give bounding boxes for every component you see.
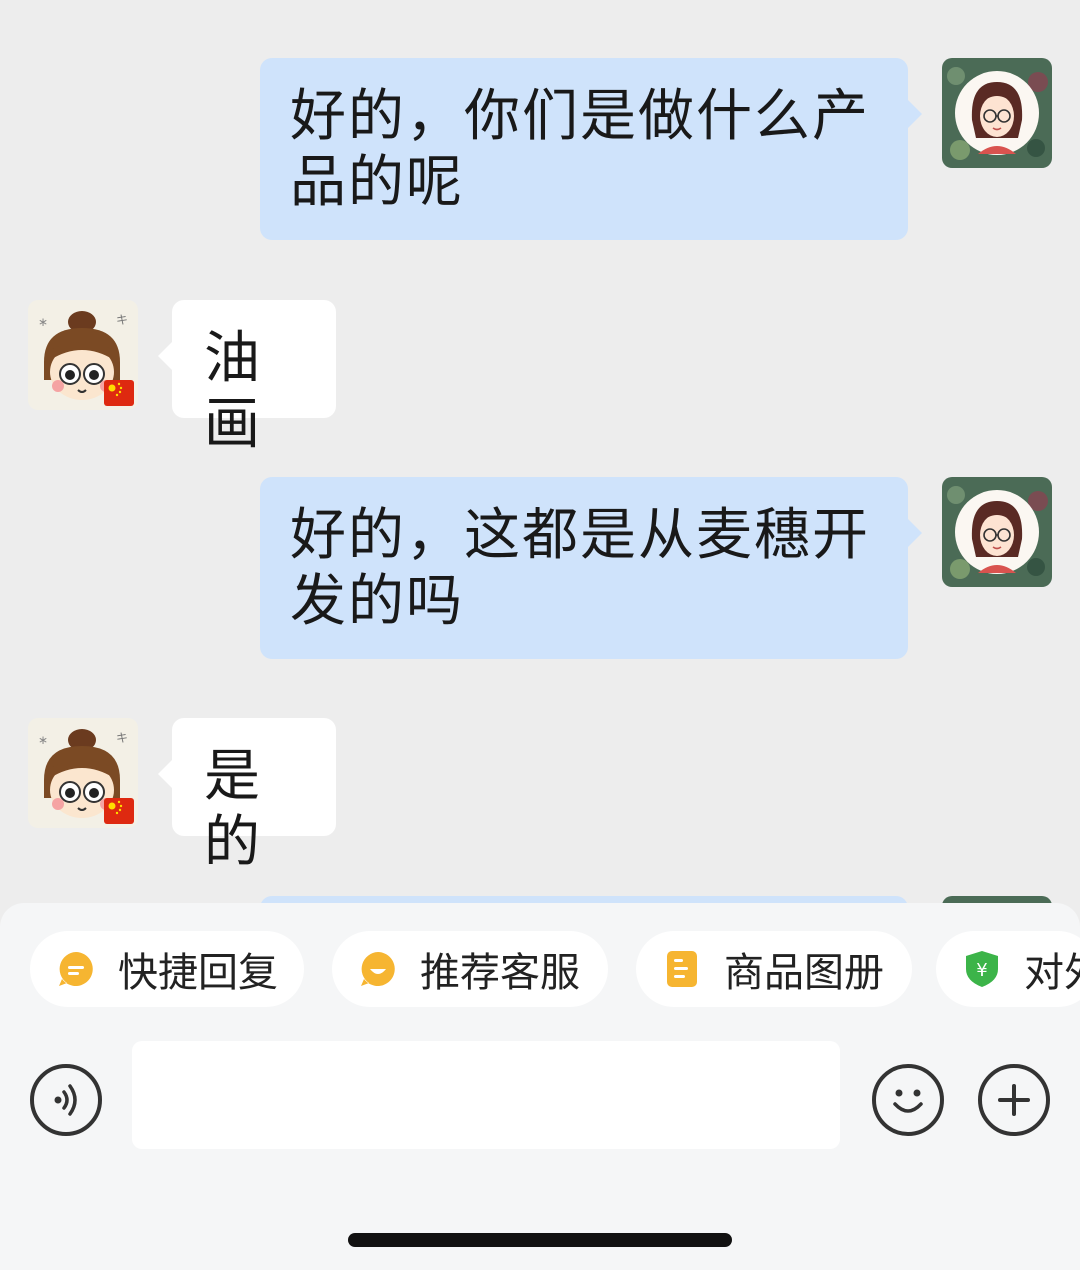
- outgoing-message-bubble-partial: [260, 896, 908, 903]
- girl-with-glasses-avatar-icon: [942, 58, 1052, 168]
- payment-shield-icon: ¥: [966, 951, 998, 987]
- voice-icon: [54, 1084, 77, 1116]
- emoji-icon: [893, 1089, 923, 1113]
- outgoing-message-bubble[interactable]: 好的，你们是做什么产品的呢: [260, 58, 922, 240]
- plus-icon: [998, 1084, 1030, 1116]
- svg-text:キ: キ: [116, 731, 128, 745]
- self-avatar[interactable]: [942, 477, 1052, 587]
- quick-reply-chip[interactable]: 快捷回复: [30, 931, 304, 1007]
- chat-bottom-panel: 快捷回复 推荐客服 商品图册 ¥ 对外: [0, 903, 1080, 1270]
- message-text: 是的: [204, 744, 262, 875]
- incoming-message-bubble[interactable]: 油画: [158, 300, 336, 457]
- cartoon-girl-avatar-icon: ∗ キ: [28, 300, 138, 410]
- cartoon-girl-avatar-icon: ∗ キ: [28, 718, 138, 828]
- chat-message-area[interactable]: 好的，你们是做什么产品的呢 ∗ キ 油画 好的，这都是从麦穗开发的吗 ∗ キ 是…: [0, 0, 1080, 903]
- product-album-chip[interactable]: 商品图册: [636, 931, 912, 1007]
- message-text: 好的，你们是做什么产品的呢: [290, 84, 870, 215]
- svg-text:∗: ∗: [38, 733, 48, 747]
- contact-avatar[interactable]: ∗ キ: [28, 300, 138, 410]
- recommend-service-chip[interactable]: 推荐客服: [332, 931, 608, 1007]
- chip-label: 对外: [1024, 950, 1080, 996]
- message-input[interactable]: [132, 1041, 840, 1149]
- girl-with-glasses-avatar-icon: [942, 477, 1052, 587]
- svg-text:∗: ∗: [38, 315, 48, 329]
- chip-label: 快捷回复: [118, 950, 278, 996]
- outgoing-message-bubble[interactable]: 好的，这都是从麦穗开发的吗: [260, 477, 922, 659]
- svg-text:キ: キ: [116, 313, 128, 327]
- self-avatar-partial: [942, 896, 1052, 903]
- message-text: 好的，这都是从麦穗开发的吗: [290, 503, 870, 634]
- payment-chip[interactable]: ¥ 对外: [936, 931, 1080, 1007]
- quick-reply-icon: [59, 952, 93, 986]
- contact-avatar[interactable]: ∗ キ: [28, 718, 138, 828]
- chip-label: 推荐客服: [420, 950, 580, 996]
- china-flag-icon: [104, 798, 134, 824]
- album-icon: [667, 951, 697, 987]
- chip-label: 商品图册: [724, 950, 884, 996]
- service-icon: [361, 952, 395, 986]
- voice-button[interactable]: [30, 1064, 102, 1136]
- emoji-button[interactable]: [872, 1064, 944, 1136]
- incoming-message-bubble[interactable]: 是的: [158, 718, 336, 875]
- svg-text:¥: ¥: [976, 960, 987, 981]
- self-avatar[interactable]: [942, 58, 1052, 168]
- home-indicator[interactable]: [348, 1233, 732, 1247]
- more-button[interactable]: [978, 1064, 1050, 1136]
- message-text: 油画: [204, 326, 262, 457]
- china-flag-icon: [104, 380, 134, 406]
